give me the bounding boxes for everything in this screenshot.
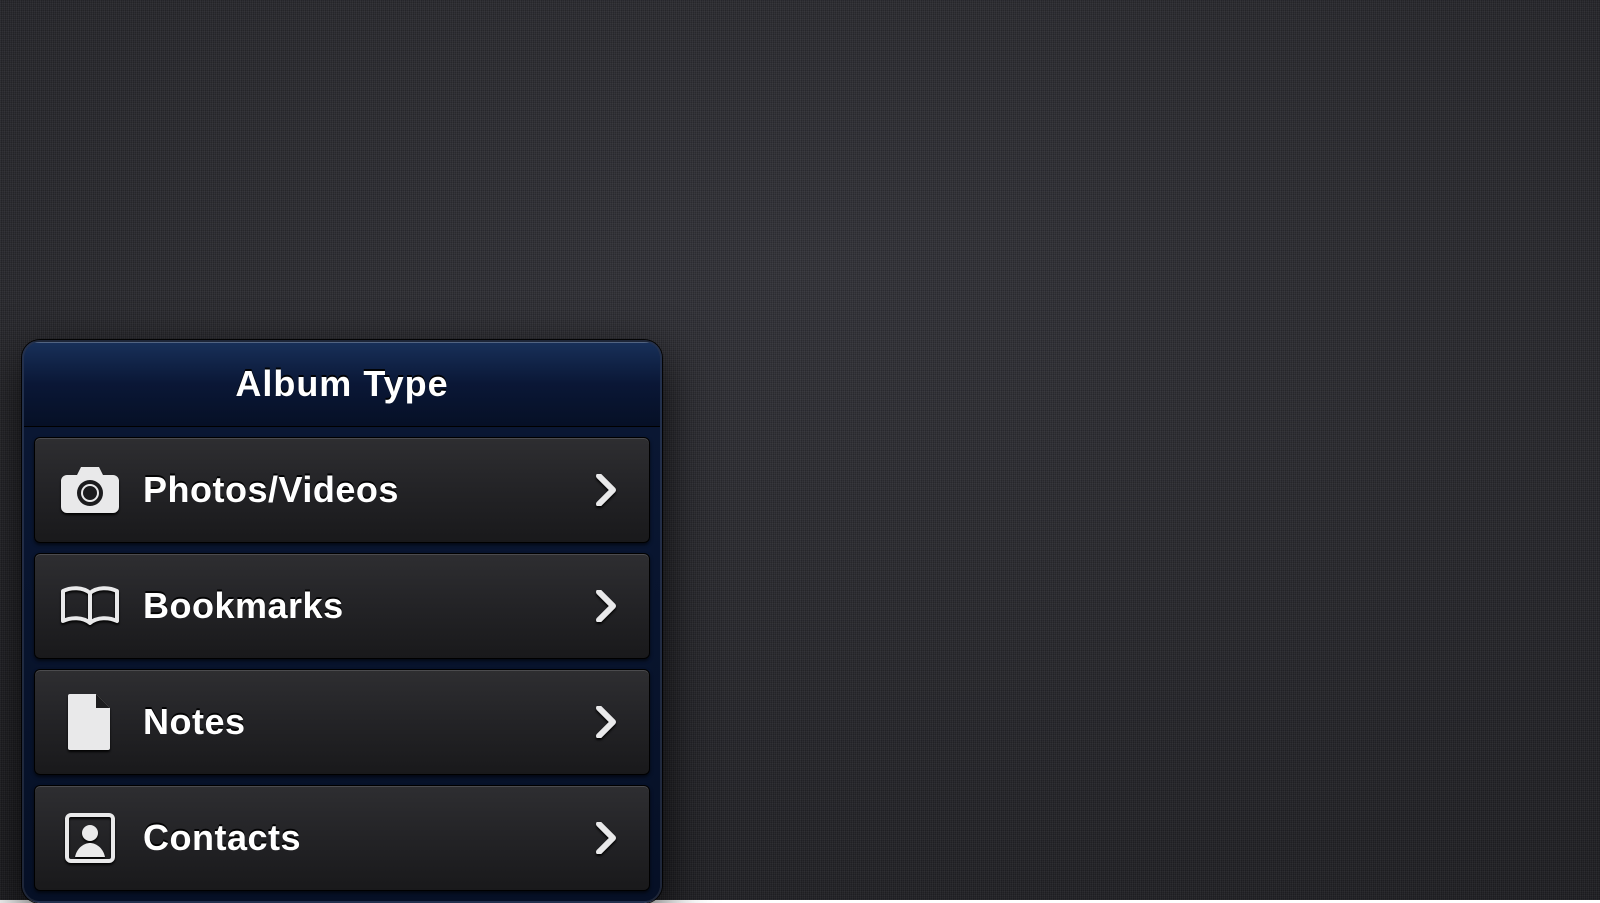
chevron-right-icon xyxy=(591,590,621,622)
camera-icon xyxy=(55,455,125,525)
list-item-label: Contacts xyxy=(143,817,591,859)
chevron-right-icon xyxy=(591,474,621,506)
contact-icon xyxy=(55,803,125,873)
document-icon xyxy=(55,687,125,757)
book-icon xyxy=(55,571,125,641)
chevron-right-icon xyxy=(591,706,621,738)
popover-body: Photos/Videos Bookmarks xyxy=(24,427,660,901)
list-item-label: Bookmarks xyxy=(143,585,591,627)
album-type-popover: Album Type Photos/Videos xyxy=(22,340,662,903)
popover-title: Album Type xyxy=(235,363,448,405)
chevron-right-icon xyxy=(591,822,621,854)
list-item-label: Notes xyxy=(143,701,591,743)
list-item-notes[interactable]: Notes xyxy=(34,669,650,775)
list-item-bookmarks[interactable]: Bookmarks xyxy=(34,553,650,659)
list-item-label: Photos/Videos xyxy=(143,469,591,511)
list-item-photos-videos[interactable]: Photos/Videos xyxy=(34,437,650,543)
list-item-contacts[interactable]: Contacts xyxy=(34,785,650,891)
popover-header: Album Type xyxy=(24,342,660,427)
